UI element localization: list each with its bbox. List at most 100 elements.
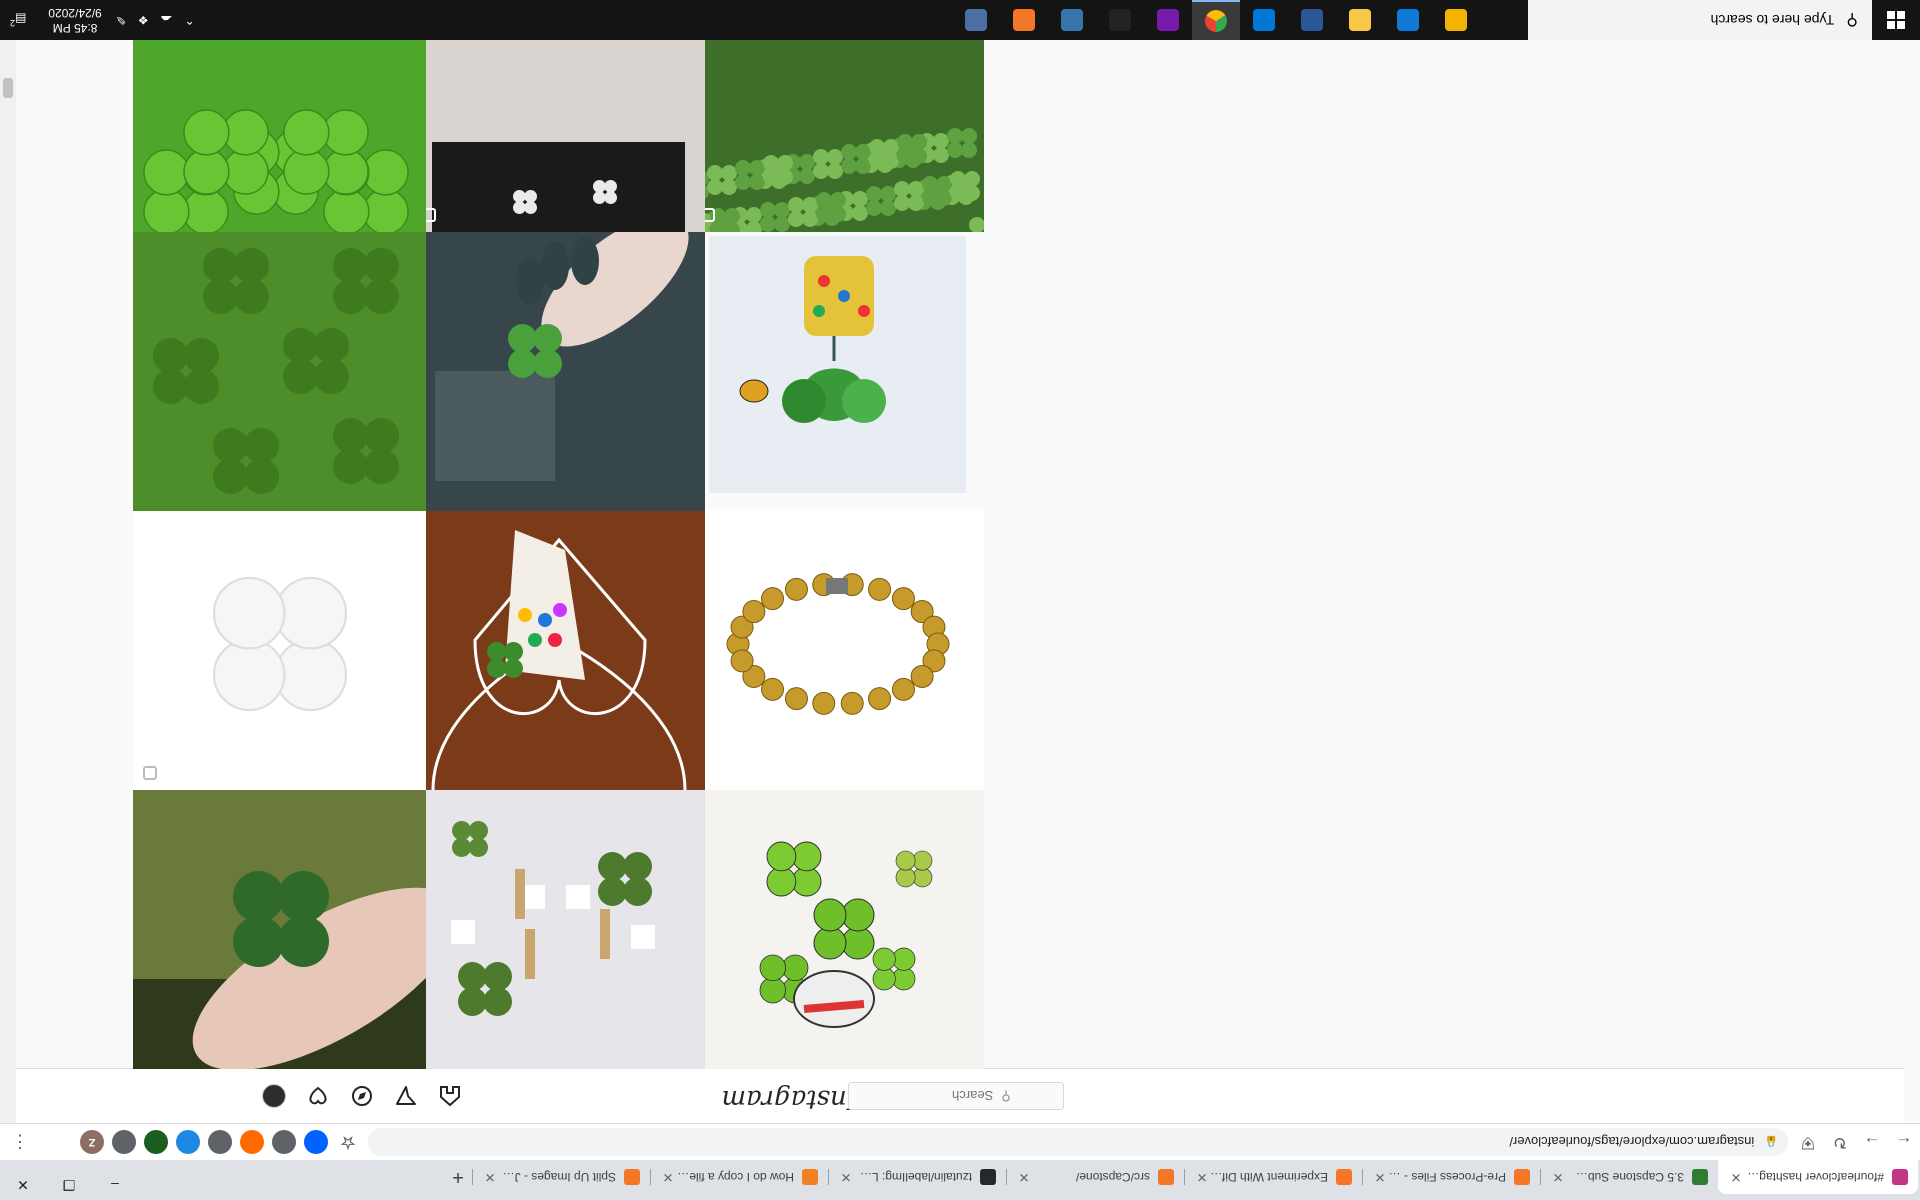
tab-close-icon[interactable]: ✕	[1016, 1169, 1032, 1185]
task-view-icon[interactable]	[1480, 0, 1528, 40]
activity-heart-icon[interactable]	[306, 1084, 330, 1108]
post-photo-green-clovers-pattern[interactable]	[133, 218, 426, 511]
post-photo-bright-clovers[interactable]	[133, 40, 426, 232]
adobe-xd-icon[interactable]	[1288, 0, 1336, 40]
windows-store-icon[interactable]	[1432, 0, 1480, 40]
url-text: instagram.com/explore/tags/fourleafclove…	[1509, 1134, 1755, 1150]
onenote-icon[interactable]	[1144, 0, 1192, 40]
tab-close-icon[interactable]: ✕	[1550, 1169, 1566, 1185]
post-photo-clover-field[interactable]	[691, 40, 984, 232]
lock-icon: 🔒	[1764, 1135, 1778, 1148]
tab-close-icon[interactable]: ✕	[482, 1169, 498, 1185]
dropbox-icon[interactable]	[304, 1130, 328, 1154]
search-icon: ⚲	[1001, 1089, 1011, 1104]
mcafee-icon[interactable]	[240, 1130, 264, 1154]
window-controls: – ❐ ✕	[0, 1170, 138, 1200]
grammarly-icon[interactable]	[272, 1130, 296, 1154]
chrome-ext-icon[interactable]	[208, 1130, 232, 1154]
taskbar-search[interactable]: ⚲ Type here to search	[1528, 0, 1872, 40]
home-icon[interactable]	[438, 1084, 462, 1108]
windows-logo-icon	[1887, 11, 1905, 29]
post-photo-black-shirt-clover[interactable]	[412, 40, 705, 232]
python-icon[interactable]	[1048, 0, 1096, 40]
new-tab-button[interactable]: +	[444, 1160, 472, 1194]
shopping-ext-icon[interactable]	[176, 1130, 200, 1154]
browser-tab[interactable]: src/Capstone/ ✕	[1006, 1160, 1184, 1194]
post-photo-clover-letters[interactable]	[412, 776, 705, 1069]
terminal-icon[interactable]	[1096, 0, 1144, 40]
browser-tab[interactable]: #fourleafclover hashtag on ✕	[1718, 1160, 1918, 1194]
post-photo-hand-clover[interactable]	[133, 776, 426, 1069]
tab-close-icon[interactable]: ✕	[1194, 1169, 1210, 1185]
dropbox-tray-icon[interactable]: ❖	[138, 13, 149, 27]
profile-avatar[interactable]: Z	[80, 1130, 104, 1154]
browser-menu-icon[interactable]: ⋮	[8, 1132, 32, 1153]
pen-icon[interactable]: ✎	[116, 13, 126, 27]
tab-close-icon[interactable]: ✕	[1372, 1169, 1388, 1185]
post-photo-nails-clover[interactable]	[412, 218, 705, 511]
shield-icon[interactable]: ⛨	[1792, 1126, 1824, 1158]
browser-tab[interactable]: Experiment With Different✕	[1184, 1160, 1362, 1194]
post-drawing-clover-creature[interactable]	[691, 776, 984, 1069]
photos-icon[interactable]	[1240, 0, 1288, 40]
tab-close-icon[interactable]: ✕	[838, 1169, 854, 1185]
system-tray: ⌃ ☁ ❖ ✎ 8:45 PM 9/24/2020 ▤2	[0, 0, 207, 40]
browser-tab[interactable]: Split Up Images - Jupyter N✕	[472, 1160, 650, 1194]
browser-tab[interactable]: How do I copy a file in Pyth✕	[650, 1160, 828, 1194]
jupyter-icon	[624, 1169, 640, 1185]
tab-close-icon[interactable]: ✕	[660, 1169, 676, 1185]
money-ext-icon[interactable]	[144, 1130, 168, 1154]
jupyter-icon	[1514, 1169, 1530, 1185]
tab-title: src/Capstone/	[1075, 1170, 1150, 1184]
onedrive-icon[interactable]: ☁	[161, 13, 173, 27]
clock[interactable]: 8:45 PM 9/24/2020	[48, 5, 101, 35]
post-photo-gold-bracelet[interactable]	[691, 497, 984, 790]
direct-message-icon[interactable]	[394, 1084, 418, 1108]
back-icon[interactable]: ←	[1888, 1126, 1920, 1158]
page-scrollbar[interactable]	[0, 40, 16, 1123]
start-button[interactable]	[1872, 0, 1920, 40]
profile-avatar-icon[interactable]	[262, 1084, 286, 1108]
instagram-logo[interactable]: Instagram	[721, 1084, 857, 1114]
tab-close-icon[interactable]: ✕	[1728, 1169, 1744, 1185]
jupyter-icon	[1336, 1169, 1352, 1185]
notification-center-icon[interactable]: ▤2	[10, 12, 26, 28]
chevron-up-icon[interactable]: ⌃	[185, 13, 195, 27]
scrollbar-thumb[interactable]	[3, 78, 13, 98]
browser-tab[interactable]: Pre-Process Files - Jupyter✕	[1362, 1160, 1540, 1194]
github-icon	[980, 1169, 996, 1185]
browser-tab-strip: #fourleafclover hashtag on ✕ 3.5 Capstone …	[0, 1160, 1920, 1200]
search-input[interactable]	[901, 1087, 996, 1105]
green-doc-icon	[1692, 1169, 1708, 1185]
taskbar-search-placeholder: Type here to search	[1710, 12, 1835, 28]
jupyter-icon[interactable]	[1000, 0, 1048, 40]
browser-tab[interactable]: 3.5 Capstone Submission - ✕	[1540, 1160, 1718, 1194]
maximize-icon[interactable]: ❐	[46, 1170, 92, 1200]
browser-toolbar: ← → ↻ ⛨ 🔒 instagram.com/explore/tags/fou…	[0, 1123, 1920, 1160]
reload-icon[interactable]: ↻	[1824, 1126, 1856, 1158]
jupyter-icon	[1158, 1169, 1174, 1185]
file-explorer-icon[interactable]	[1336, 0, 1384, 40]
tab-title: Experiment With Different	[1210, 1170, 1328, 1184]
tab-title: 3.5 Capstone Submission -	[1566, 1170, 1684, 1184]
bookmark-star-icon[interactable]: ☆	[336, 1130, 360, 1154]
post-photo-heart-cup-clover[interactable]	[412, 497, 705, 790]
multi-photo-icon	[143, 766, 157, 780]
header-nav-icons	[262, 1084, 482, 1108]
post-art-glass-clover[interactable]	[691, 218, 984, 511]
address-bar[interactable]: 🔒 instagram.com/explore/tags/fourleafclo…	[368, 1128, 1788, 1156]
minimize-icon[interactable]: –	[92, 1170, 138, 1200]
clock-date: 9/24/2020	[48, 6, 102, 20]
calculator-icon[interactable]	[952, 0, 1000, 40]
windows-taskbar: ⚲ Type here to search ⌃ ☁ ❖ ✎ 8:45 PM 9/…	[0, 0, 1920, 40]
tab-title: Pre-Process Files - Jupyter	[1388, 1170, 1506, 1184]
post-photo-white-clover-shape[interactable]	[133, 497, 426, 790]
search-box[interactable]: ⚲	[848, 1082, 1064, 1110]
explore-compass-icon[interactable]	[350, 1084, 374, 1108]
close-window-icon[interactable]: ✕	[0, 1170, 46, 1200]
puzzle-icon[interactable]	[112, 1130, 136, 1154]
chrome-icon[interactable]	[1192, 0, 1240, 40]
forward-icon[interactable]: →	[1856, 1126, 1888, 1158]
browser-tab[interactable]: tzutalin/labelImg: Label ✕	[828, 1160, 1006, 1194]
edge-icon[interactable]	[1384, 0, 1432, 40]
